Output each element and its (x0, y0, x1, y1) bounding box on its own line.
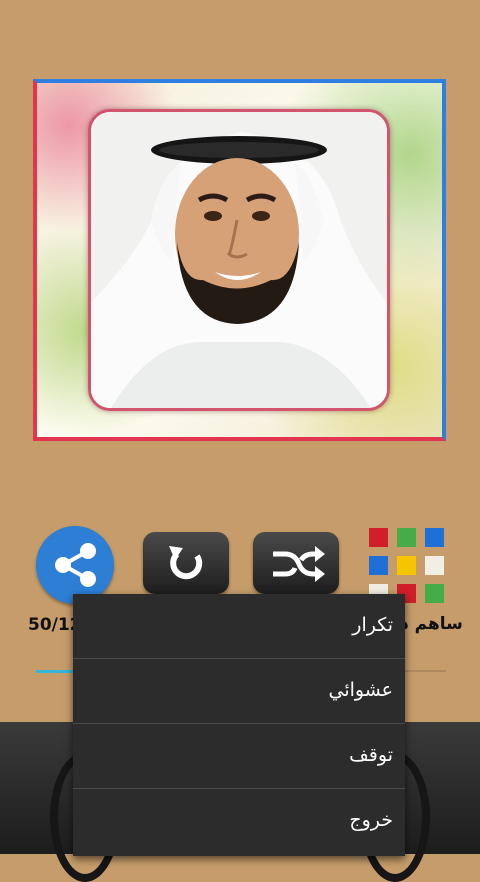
share-icon (55, 543, 96, 587)
repeat-icon (169, 546, 203, 580)
reciter-name: ساهم د (400, 614, 463, 634)
color-grid-button[interactable] (367, 526, 447, 604)
reciter-photo-frame (33, 79, 446, 441)
reciter-portrait-image (91, 112, 387, 408)
options-menu: تكرار عشوائي توقف خروج (73, 594, 405, 856)
menu-item-label: توقف (349, 744, 393, 766)
reciter-photo (88, 109, 390, 411)
grid-cell-green-2 (425, 584, 444, 603)
menu-item-stop[interactable]: توقف (73, 724, 405, 788)
grid-cell-white (425, 556, 444, 575)
menu-item-label: خروج (349, 809, 393, 831)
menu-item-label: تكرار (352, 614, 393, 636)
menu-item-repeat[interactable]: تكرار (73, 594, 405, 658)
grid-cell-red (369, 528, 388, 547)
grid-cell-blue (425, 528, 444, 547)
status-bar (0, 0, 480, 25)
repeat-button[interactable] (143, 532, 229, 594)
menu-item-shuffle[interactable]: عشوائي (73, 659, 405, 723)
menu-item-label: عشوائي (328, 679, 393, 701)
progress-fill (36, 670, 77, 673)
grid-cell-green (397, 528, 416, 547)
share-button[interactable] (36, 526, 114, 604)
grid-cell-yellow (397, 556, 416, 575)
grid-cell-blue-2 (369, 556, 388, 575)
shuffle-icon (273, 546, 325, 582)
menu-item-exit[interactable]: خروج (73, 789, 405, 853)
shuffle-button[interactable] (253, 532, 339, 594)
